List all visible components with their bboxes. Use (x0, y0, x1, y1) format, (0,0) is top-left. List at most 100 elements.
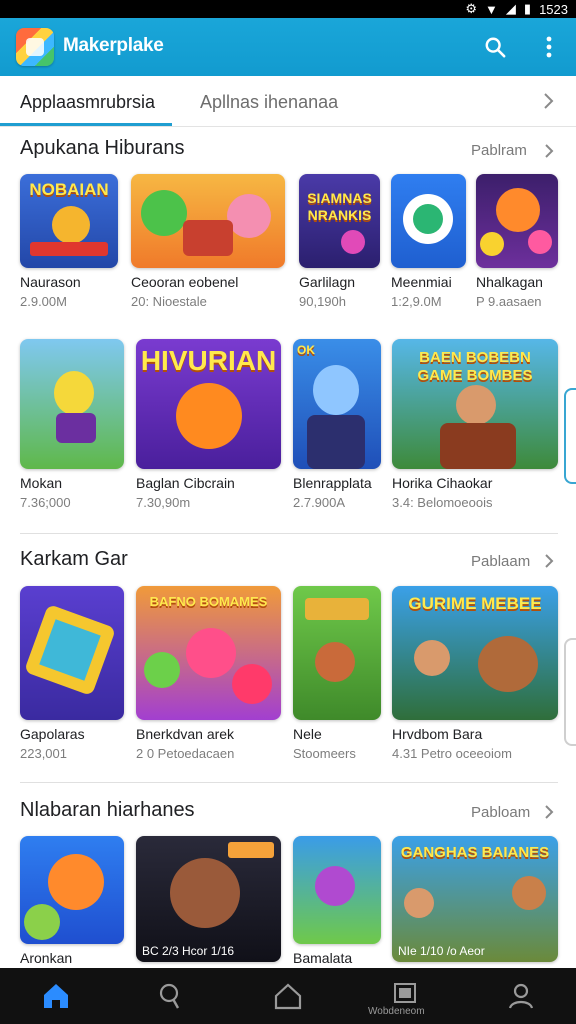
app-bar: Makerplake (0, 18, 576, 76)
scroll-handle[interactable] (564, 638, 576, 746)
app-card[interactable]: HIVURIAN Baglan Cibcrain 7.30,90m (136, 339, 281, 510)
thumbnail-text: HIVURIAN (140, 345, 277, 376)
thumbnail-art: GANGHAS BAIANES (400, 844, 550, 861)
home-outline-icon[interactable] (272, 980, 304, 1012)
app-meta: Stoomeers (293, 746, 356, 761)
app-name: Aronkan (20, 950, 73, 966)
signal-icon: ◢ (505, 1, 516, 16)
section-divider (20, 782, 558, 783)
app-card[interactable]: GURIME MEBEE Hrvdbom Bara 4.31 Petro oce… (392, 586, 558, 761)
home-icon[interactable] (40, 980, 72, 1012)
app-meta: 1:2,9.0M (391, 294, 442, 309)
thumbnail-text: SIAMNAS NRANKIS (307, 190, 372, 223)
app-meta: 2.7.900A (293, 495, 346, 510)
app-meta: 90,190h (299, 294, 346, 309)
tab-secondary[interactable]: Apllnas ihenanaa (200, 92, 338, 113)
app-title: Makerplake (63, 35, 164, 56)
app-meta: 20: Nioestale (131, 294, 207, 309)
app-card[interactable]: Gapolaras 223,001 (20, 586, 124, 761)
app-thumbnail (293, 836, 381, 944)
app-thumbnail (20, 836, 124, 944)
app-card[interactable]: Nhalkagan P 9.aasaen (476, 174, 558, 309)
app-meta: 4.31 Petro oceeoiom (392, 746, 512, 761)
app-thumbnail: SIAMNAS NRANKIS (299, 174, 380, 268)
status-time: 1523 (539, 1, 568, 17)
wifi-icon: ▼ (485, 1, 498, 17)
app-thumbnail: GURIME MEBEE (392, 586, 558, 720)
app-card[interactable]: SIAMNAS NRANKIS Garlilagn 90,190h (299, 174, 380, 309)
app-thumbnail: BAFNO BOMAMES (136, 586, 281, 720)
app-meta: P 9.aasaen (476, 294, 542, 309)
app-logo-icon (16, 28, 54, 66)
section-divider (20, 533, 558, 534)
app-card[interactable]: Bamalata (293, 836, 381, 966)
app-thumbnail: OK (293, 339, 381, 469)
more-options-icon[interactable] (541, 35, 557, 59)
section-more-link[interactable]: Pablram (471, 142, 527, 159)
app-thumbnail (20, 339, 124, 469)
thumbnail-text: GURIME MEBEE (408, 594, 542, 613)
status-bar: ⚙ ▼ ◢ ▮ 1523 (0, 0, 576, 18)
thumbnail-text: OK (297, 343, 315, 357)
app-card[interactable]: OK Blenrapplata 2.7.900A (293, 339, 381, 510)
app-meta: 7.36;000 (20, 495, 71, 510)
search-icon[interactable] (484, 36, 506, 58)
app-card[interactable]: Meenmiai 1:2,9.0M (391, 174, 466, 309)
app-thumbnail: HIVURIAN (136, 339, 281, 469)
app-name: Naurason (20, 274, 81, 290)
nav-label: Wobdeneom (368, 1006, 425, 1017)
app-card[interactable]: BC 2/3 Hcor 1/16 (136, 836, 281, 962)
app-name: Bnerkdvan arek (136, 726, 235, 742)
profile-icon[interactable] (505, 980, 537, 1012)
app-card[interactable]: BAFNO BOMAMES Bnerkdvan arek 2 0 Petoeda… (136, 586, 281, 761)
app-thumbnail: BAEN BOBEBN GAME BOMBES (392, 339, 558, 469)
app-card[interactable]: BAEN BOBEBN GAME BOMBES Horika Cihaokar … (392, 339, 558, 510)
thumbnail-text: BAEN BOBEBN GAME BOMBES (417, 349, 533, 384)
app-name: Gapolaras (20, 726, 85, 742)
app-meta: 2.9.00M (20, 294, 67, 309)
bottom-nav: Wobdeneom (0, 968, 576, 1024)
app-thumbnail (20, 586, 124, 720)
section-title: Apukana Hiburans (20, 137, 185, 159)
settings-icon: ⚙ (465, 1, 478, 16)
chevron-right-icon[interactable] (543, 553, 555, 569)
section-title: Nlabaran hiarhanes (20, 799, 195, 821)
thumbnail-text: NIe 1/10 /o Aeor (398, 944, 485, 958)
app-thumbnail: GANGHAS BAIANES NIe 1/10 /o Aeor (392, 836, 558, 962)
app-card[interactable]: NOBAIAN Naurason 2.9.00M (20, 174, 118, 309)
app-thumbnail: BC 2/3 Hcor 1/16 (136, 836, 281, 962)
app-name: Baglan Cibcrain (136, 475, 235, 491)
thumbnail-text: NOBAIAN (29, 180, 109, 199)
search-icon[interactable] (154, 980, 186, 1012)
app-meta: 223,001 (20, 746, 67, 761)
app-card[interactable]: Ceooran eobenel 20: Nioestale (131, 174, 285, 309)
app-thumbnail (131, 174, 285, 268)
tab-primary[interactable]: Applaasmrubrsia (20, 92, 155, 113)
app-thumbnail (391, 174, 466, 268)
app-meta: 7.30,90m (136, 495, 191, 510)
chevron-right-icon[interactable] (543, 804, 555, 820)
app-name: Nele (293, 726, 322, 742)
active-tab-indicator (0, 123, 172, 126)
category-tabs: Applaasmrubrsia Apllnas ihenanaa (0, 76, 576, 127)
chevron-right-icon[interactable] (540, 90, 556, 112)
app-name: Mokan (20, 475, 63, 491)
app-card[interactable]: Mokan 7.36;000 (20, 339, 124, 510)
app-meta: 3.4: Belomoeoois (392, 495, 493, 510)
app-name: Horika Cihaokar (392, 475, 493, 491)
chevron-right-icon[interactable] (543, 143, 555, 159)
app-name: Hrvdbom Bara (392, 726, 483, 742)
thumbnail-text: BC 2/3 Hcor 1/16 (142, 944, 235, 958)
section-title: Karkam Gar (20, 548, 128, 570)
section-more-link[interactable]: Pabloam (471, 804, 530, 821)
battery-icon: ▮ (523, 1, 532, 16)
section-more-link[interactable]: Pablaam (471, 553, 530, 570)
app-card[interactable]: Aronkan (20, 836, 124, 966)
app-card[interactable]: GANGHAS BAIANES NIe 1/10 /o Aeor (392, 836, 558, 962)
app-card[interactable]: Nele Stoomeers (293, 586, 381, 761)
app-name: Blenrapplata (293, 475, 372, 491)
app-name: Meenmiai (391, 274, 452, 290)
thumbnail-text: BAFNO BOMAMES (149, 594, 268, 609)
app-name: Ceooran eobenel (131, 274, 239, 290)
scroll-handle[interactable] (564, 388, 576, 484)
